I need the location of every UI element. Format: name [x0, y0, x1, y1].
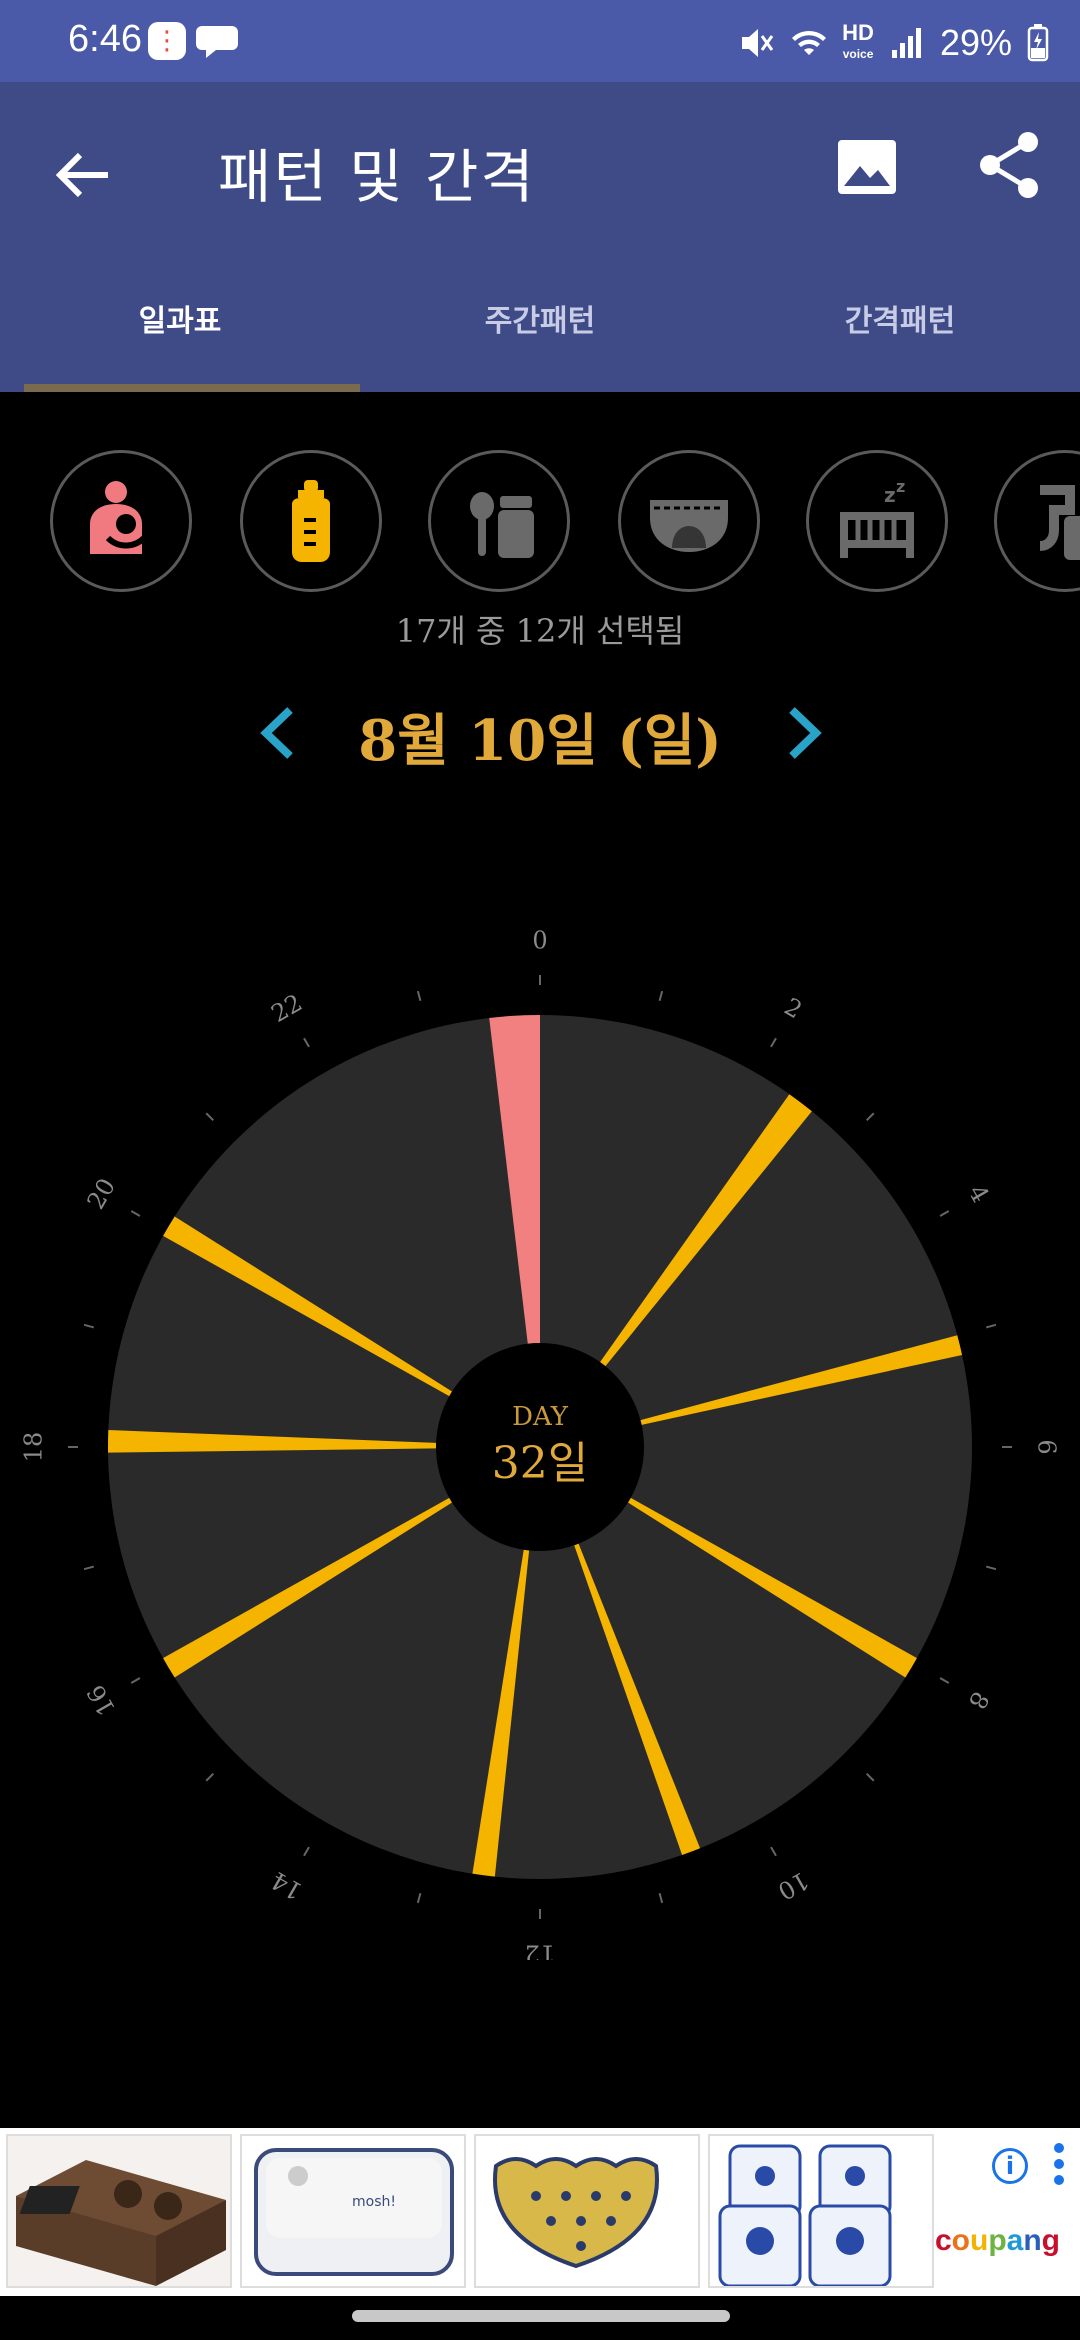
tab-bar: 일과표 주간패턴 간격패턴: [0, 270, 1080, 392]
tab-label: 주간패턴: [484, 304, 596, 339]
category-sleep[interactable]: zz: [806, 450, 948, 592]
tab-indicator: [24, 384, 360, 392]
tab-daily-schedule[interactable]: 일과표: [0, 270, 360, 392]
status-right: HD voice 29%: [738, 19, 1050, 64]
hour-tick: [985, 1565, 997, 1571]
hour-tick: [985, 1323, 997, 1329]
ad-more-vert-icon[interactable]: [1052, 2142, 1066, 2186]
diaper-icon: [650, 500, 728, 552]
hour-tick: [865, 1112, 875, 1122]
tab-weekly-pattern[interactable]: 주간패턴: [360, 270, 720, 392]
pump-icon: [1039, 485, 1080, 560]
hour-tick: [83, 1323, 95, 1329]
hour-tick: [83, 1565, 95, 1571]
hour-tick: [130, 1677, 141, 1684]
hour-label: 10: [773, 1866, 813, 1906]
lunchbox-image: mosh!: [242, 2136, 464, 2286]
hour-tick: [658, 1892, 664, 1904]
ad-product-glasses[interactable]: [708, 2134, 934, 2288]
ad-banner[interactable]: mosh! i coupang coupang: [0, 2128, 1080, 2296]
page-title: 패턴 및 간격: [218, 143, 536, 211]
date-navigator: 8월 10일 (일): [0, 690, 1080, 780]
hour-label: 18: [20, 1432, 48, 1463]
mute-icon: [742, 29, 774, 57]
ad-product-lunchbox[interactable]: mosh!: [240, 2134, 466, 2288]
wifi-icon: [792, 30, 827, 55]
hour-tick: [865, 1772, 875, 1782]
status-bar: 6:46 ⋮ HD voice 29%: [0, 0, 1080, 82]
battery-charging-icon: [1027, 24, 1049, 62]
bowl-image: [476, 2136, 698, 2286]
next-day-chevron-icon[interactable]: [772, 698, 832, 768]
hour-tick: [205, 1772, 215, 1782]
ad-info-icon[interactable]: i: [992, 2148, 1028, 2184]
hour-label: 22: [267, 989, 307, 1029]
category-filter-row: zz: [0, 450, 1080, 600]
glasses-image: [710, 2136, 932, 2286]
svg-text:mosh!: mosh!: [352, 2194, 396, 2210]
category-diaper[interactable]: [618, 450, 760, 592]
hour-tick: [303, 1846, 310, 1857]
signal-icon: [891, 28, 921, 58]
app-bar: 패턴 및 간격 일과표 주간패턴 간격패턴: [0, 82, 1080, 392]
share-icon[interactable]: [972, 128, 1046, 202]
back-arrow-icon[interactable]: [46, 138, 120, 212]
tab-interval-pattern[interactable]: 간격패턴: [720, 270, 1080, 392]
hour-tick: [770, 1037, 777, 1048]
hour-label: 8: [963, 1687, 995, 1714]
hour-tick: [205, 1112, 215, 1122]
center-day-label: DAY: [512, 1402, 569, 1432]
category-breastfeeding[interactable]: [50, 450, 192, 592]
hour-tick: [770, 1846, 777, 1857]
hour-label: 12: [525, 1940, 556, 1961]
hour-tick: [939, 1677, 950, 1684]
notification-icons: ⋮: [148, 22, 240, 60]
selection-count: 17개 중 12개 선택됨: [395, 612, 685, 650]
hour-tick: [130, 1210, 141, 1217]
baby-food-icon: [470, 492, 534, 558]
chat-bubble-icon: [196, 26, 238, 58]
current-date: 8월 10일 (일): [358, 708, 722, 774]
crib-sleep-icon: zz: [840, 477, 914, 558]
hour-label: 4: [963, 1180, 995, 1207]
battery-percent: 29%: [939, 22, 1012, 63]
network-type: HD voice: [842, 19, 874, 61]
breastfeeding-icon: [90, 481, 147, 554]
center-day-count: 32일: [492, 1438, 588, 1489]
hour-label: 0: [532, 927, 547, 955]
hour-tick: [303, 1037, 310, 1048]
category-baby-food[interactable]: [428, 450, 570, 592]
hour-label: 20: [82, 1174, 122, 1214]
hour-label: 6: [1033, 1439, 1061, 1454]
tab-label: 일과표: [138, 304, 222, 339]
home-gesture-handle[interactable]: [352, 2310, 730, 2322]
hour-tick: [416, 990, 422, 1002]
hour-label: 2: [780, 992, 807, 1024]
tab-label: 간격패턴: [844, 304, 956, 339]
image-export-icon[interactable]: [832, 132, 902, 202]
hour-tick: [658, 990, 664, 1002]
svg-text:z: z: [884, 483, 896, 507]
hour-label: 14: [267, 1866, 307, 1906]
system-nav-bar: [0, 2296, 1080, 2340]
knock-box-image: [8, 2136, 230, 2286]
category-pump[interactable]: [994, 450, 1080, 592]
status-time: 6:46: [68, 18, 142, 60]
ad-brand-logo: coupang: [934, 2224, 1060, 2257]
daily-schedule-chart: 0 2 4 6 8 10 12 14 16 18 20 22 DAY 32일: [20, 927, 1061, 1961]
category-bottle[interactable]: [240, 450, 382, 592]
ad-product-bowl[interactable]: [474, 2134, 700, 2288]
hour-label: 16: [82, 1680, 122, 1720]
ad-product-knock-box[interactable]: [6, 2134, 232, 2288]
app-notification-icon: ⋮: [148, 22, 186, 60]
hour-tick: [939, 1210, 950, 1217]
baby-bottle-icon: [292, 480, 330, 562]
hour-tick: [416, 1892, 422, 1904]
svg-text:z: z: [896, 477, 905, 496]
